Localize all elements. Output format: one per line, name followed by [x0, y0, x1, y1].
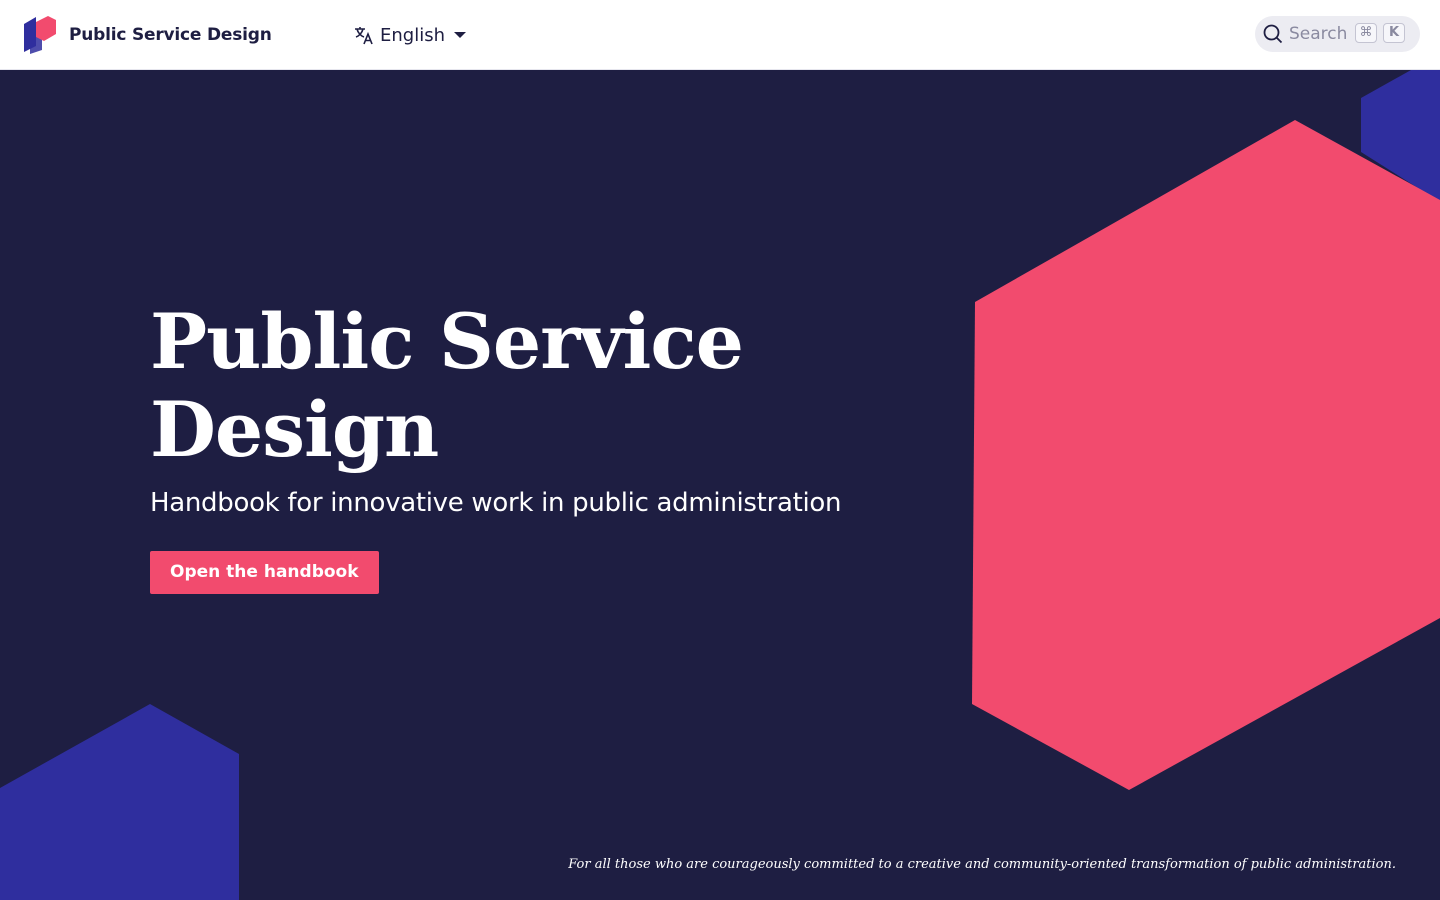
decorative-hexagons	[0, 70, 1440, 900]
search-placeholder: Search	[1289, 24, 1348, 44]
open-handbook-button[interactable]: Open the handbook	[150, 551, 379, 594]
hexagon-right-pink	[972, 120, 1440, 790]
search-icon	[1263, 24, 1283, 44]
search-box[interactable]: Search ⌘ K	[1255, 16, 1420, 52]
shortcut-key: K	[1383, 23, 1405, 43]
hexagon-bottom-left-blue	[0, 704, 239, 900]
top-nav-bar: Public Service Design English Search ⌘ K	[0, 0, 1440, 70]
hero-tagline: For all those who are courageously commi…	[568, 857, 1396, 872]
language-selector[interactable]: English	[354, 22, 466, 48]
brand-name: Public Service Design	[69, 25, 272, 45]
hero-section: Public Service Design Handbook for innov…	[0, 70, 1440, 900]
hero-subtitle: Handbook for innovative work in public a…	[150, 488, 842, 518]
shortcut-modifier-key: ⌘	[1355, 23, 1377, 43]
hexagon-stack-logo-icon	[24, 16, 56, 54]
translate-icon	[355, 27, 373, 45]
hero-title: Public Service Design	[150, 297, 744, 474]
language-selected: English	[380, 24, 445, 46]
caret-down-icon	[454, 32, 466, 38]
home-link[interactable]: Public Service Design	[22, 16, 272, 54]
